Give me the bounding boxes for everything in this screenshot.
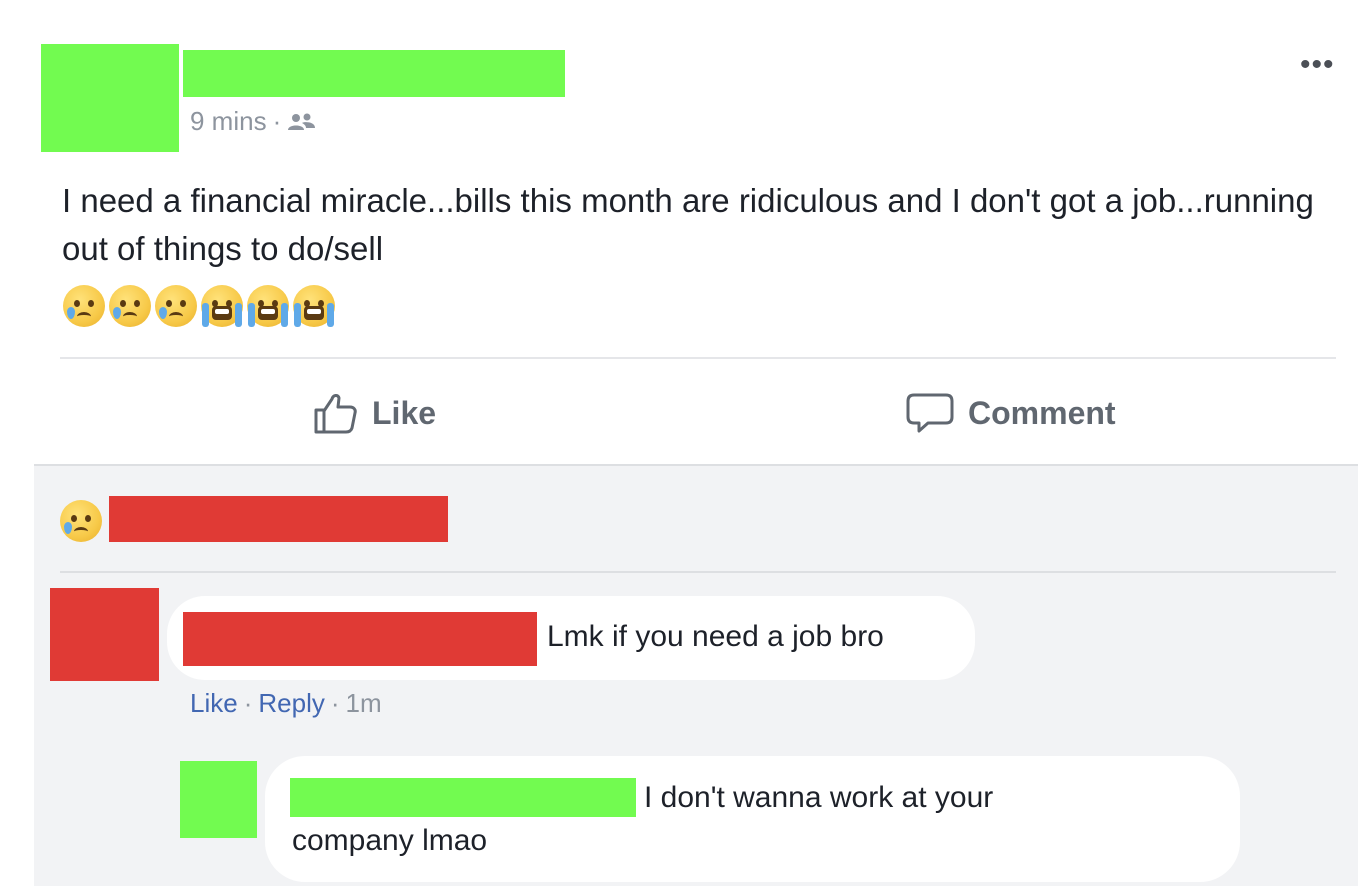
facebook-post: 9 mins · ••• I need a financial miracle.… bbox=[0, 0, 1358, 886]
sad-tear-emoji bbox=[109, 285, 151, 327]
post-emojis bbox=[63, 285, 339, 327]
reply-bubble bbox=[265, 756, 1240, 882]
crying-emoji bbox=[293, 285, 335, 327]
reactors-names[interactable] bbox=[109, 496, 448, 542]
thumbs-up-icon bbox=[312, 390, 372, 436]
commenter-name[interactable] bbox=[183, 612, 537, 666]
comment-like-link[interactable]: Like bbox=[190, 688, 238, 719]
commenter-avatar[interactable] bbox=[50, 588, 159, 681]
reply-avatar[interactable] bbox=[180, 761, 257, 838]
post-text: I need a financial miracle...bills this … bbox=[62, 182, 1314, 267]
meta-separator: · bbox=[272, 106, 282, 136]
comment-label: Comment bbox=[968, 394, 1116, 431]
sad-tear-emoji bbox=[63, 285, 105, 327]
speech-bubble-icon bbox=[906, 390, 968, 436]
author-avatar[interactable] bbox=[41, 44, 179, 152]
reply-text-line1: I don't wanna work at your bbox=[644, 781, 994, 814]
separator: · bbox=[330, 688, 340, 718]
comment-text: Lmk if you need a job bro bbox=[547, 620, 884, 653]
like-button[interactable]: Like bbox=[312, 390, 436, 436]
sad-tear-emoji bbox=[155, 285, 197, 327]
like-label: Like bbox=[372, 394, 437, 431]
crying-emoji bbox=[201, 285, 243, 327]
post-meta: 9 mins · bbox=[190, 106, 317, 137]
author-name[interactable] bbox=[183, 50, 565, 97]
post-options-button[interactable]: ••• bbox=[1300, 48, 1335, 82]
separator: · bbox=[243, 688, 253, 718]
comment-reply-link[interactable]: Reply bbox=[258, 688, 324, 719]
reply-author-name[interactable] bbox=[290, 778, 636, 817]
crying-emoji bbox=[247, 285, 289, 327]
post-divider bbox=[60, 357, 1336, 359]
comment-actions: Like · Reply · 1m bbox=[190, 688, 382, 719]
post-timestamp[interactable]: 9 mins bbox=[190, 106, 267, 137]
comments-divider bbox=[60, 571, 1336, 573]
comment-button[interactable]: Comment bbox=[906, 390, 1116, 436]
comment-timestamp[interactable]: 1m bbox=[346, 688, 382, 719]
sad-reaction-icon[interactable] bbox=[60, 500, 102, 542]
reply-text-line2: company lmao bbox=[292, 824, 488, 857]
friends-icon[interactable] bbox=[287, 112, 317, 132]
